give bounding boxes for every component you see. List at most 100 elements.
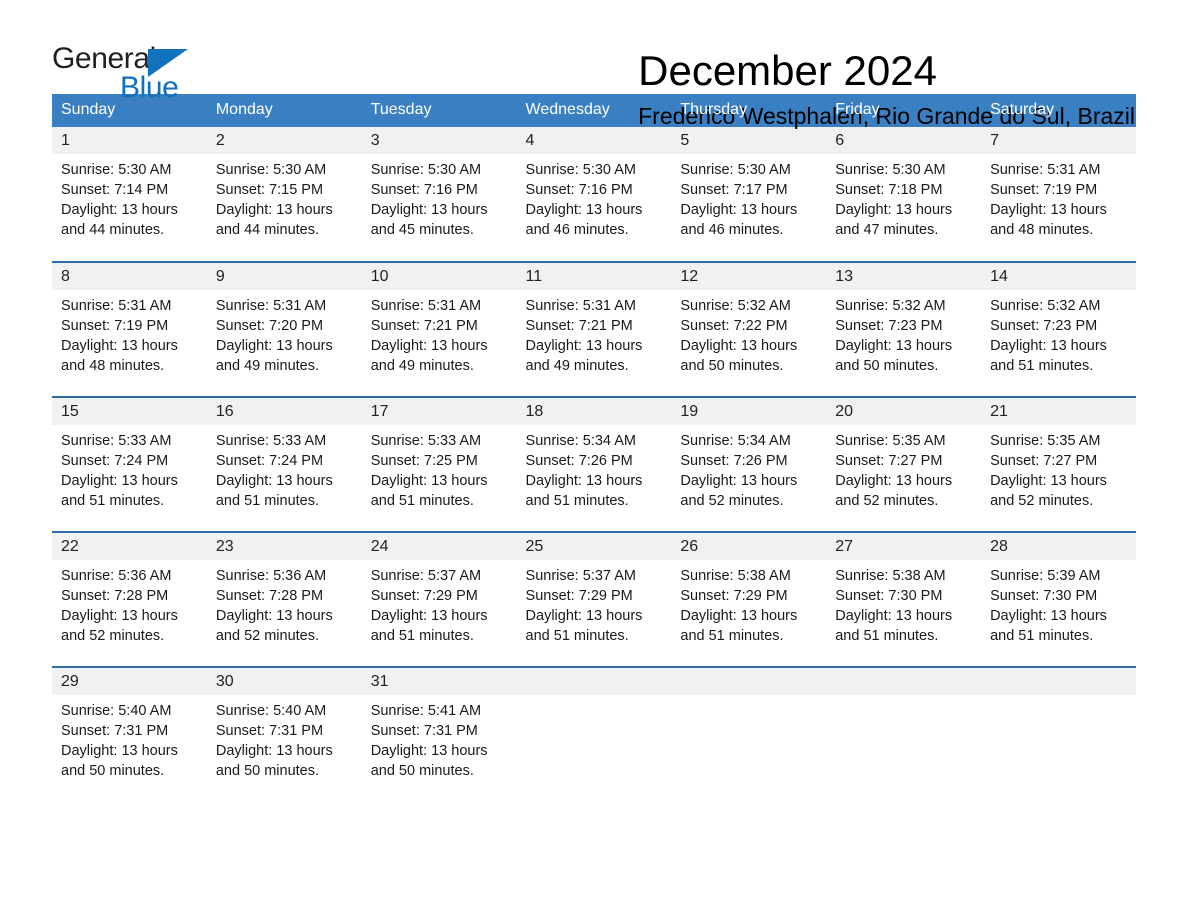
calendar-day-cell[interactable]: 21 Sunrise: 5:35 AM Sunset: 7:27 PM Dayligh… — [981, 396, 1136, 532]
calendar-day-cell[interactable]: 12 Sunrise: 5:32 AM Sunset: 7:22 PM Dayligh… — [671, 261, 827, 397]
calendar-day-cell[interactable]: 23 Sunrise: 5:36 AM Sunset: 7:28 PM Dayligh… — [206, 531, 362, 667]
day-details: Sunrise: 5:34 AM Sunset: 7:26 PM Daylight:… — [671, 425, 826, 511]
daylight-text-line2: and 51 minutes. — [680, 628, 784, 644]
daylight-text-line1: Daylight: 13 hours — [215, 743, 333, 759]
sunrise-text: Sunrise: 5:41 AM — [370, 703, 482, 719]
daylight-text-line2: and 51 minutes. — [525, 628, 629, 644]
daylight-text-line1: Daylight: 13 hours — [680, 338, 798, 354]
calendar-day-cell[interactable]: 13 Sunrise: 5:32 AM Sunset: 7:23 PM Dayligh… — [826, 261, 982, 397]
calendar-day-cell[interactable]: 14 Sunrise: 5:32 AM Sunset: 7:23 PM Dayligh… — [981, 261, 1136, 397]
calendar-day-cell[interactable]: 15 Sunrise: 5:33 AM Sunset: 7:24 PM Dayligh… — [52, 396, 207, 532]
day-number: 27 — [826, 533, 982, 560]
day-number: 28 — [981, 533, 1136, 560]
day-number: 8 — [52, 263, 207, 290]
day-number: 14 — [981, 263, 1136, 290]
day-number: 20 — [826, 398, 982, 425]
daylight-text-line2: and 46 minutes. — [680, 222, 784, 238]
calendar-day-cell[interactable]: 10 Sunrise: 5:31 AM Sunset: 7:21 PM Dayligh… — [361, 261, 517, 397]
sunrise-text: Sunrise: 5:39 AM — [990, 568, 1101, 584]
day-number: 15 — [52, 398, 207, 425]
calendar-day-cell[interactable]: 18 Sunrise: 5:34 AM Sunset: 7:26 PM Dayligh… — [516, 396, 672, 532]
day-number: 19 — [671, 398, 827, 425]
sunrise-text: Sunrise: 5:35 AM — [835, 433, 946, 449]
calendar-day-cell-empty — [981, 666, 1136, 802]
day-number: 11 — [516, 263, 672, 290]
logo-text-general: General — [52, 42, 156, 75]
day-number — [981, 668, 1136, 695]
day-details: Sunrise: 5:33 AM Sunset: 7:24 PM Daylight:… — [207, 425, 362, 511]
calendar-day-cell[interactable]: 31 Sunrise: 5:41 AM Sunset: 7:31 PM Dayligh… — [361, 666, 517, 802]
day-number: 29 — [52, 668, 207, 695]
daylight-text-line1: Daylight: 13 hours — [215, 202, 333, 218]
daylight-text-line1: Daylight: 13 hours — [680, 473, 798, 489]
daylight-text-line2: and 51 minutes. — [525, 493, 629, 509]
day-details: Sunrise: 5:40 AM Sunset: 7:31 PM Daylight:… — [52, 695, 207, 781]
calendar-day-cell[interactable]: 20 Sunrise: 5:35 AM Sunset: 7:27 PM Dayligh… — [826, 396, 982, 532]
calendar-week-row: 22 Sunrise: 5:36 AM Sunset: 7:28 PM Dayligh… — [52, 531, 1136, 667]
calendar-day-cell[interactable]: 27 Sunrise: 5:38 AM Sunset: 7:30 PM Dayligh… — [826, 531, 982, 667]
calendar-day-cell[interactable]: 17 Sunrise: 5:33 AM Sunset: 7:25 PM Dayligh… — [361, 396, 517, 532]
calendar-day-cell[interactable]: 6 Sunrise: 5:30 AM Sunset: 7:18 PM Daylight… — [826, 127, 982, 262]
calendar-day-cell[interactable]: 25 Sunrise: 5:37 AM Sunset: 7:29 PM Dayligh… — [516, 531, 672, 667]
calendar-week-row: 15 Sunrise: 5:33 AM Sunset: 7:24 PM Dayligh… — [52, 396, 1136, 532]
daylight-text-line2: and 50 minutes. — [835, 358, 939, 374]
calendar-day-cell[interactable]: 5 Sunrise: 5:30 AM Sunset: 7:17 PM Daylight… — [671, 127, 827, 262]
calendar-day-cell[interactable]: 22 Sunrise: 5:36 AM Sunset: 7:28 PM Dayligh… — [52, 531, 207, 667]
daylight-text-line1: Daylight: 13 hours — [990, 608, 1107, 624]
sunset-text: Sunset: 7:21 PM — [525, 318, 633, 334]
calendar-day-cell[interactable]: 9 Sunrise: 5:31 AM Sunset: 7:20 PM Daylight… — [206, 261, 362, 397]
calendar-day-cell[interactable]: 28 Sunrise: 5:39 AM Sunset: 7:30 PM Dayligh… — [981, 531, 1136, 667]
day-details: Sunrise: 5:30 AM Sunset: 7:16 PM Daylight:… — [517, 154, 672, 240]
sunset-text: Sunset: 7:17 PM — [680, 182, 788, 198]
sunrise-text: Sunrise: 5:32 AM — [680, 298, 791, 314]
calendar-day-cell[interactable]: 2 Sunrise: 5:30 AM Sunset: 7:15 PM Daylight… — [206, 127, 362, 262]
daylight-text-line1: Daylight: 13 hours — [525, 473, 643, 489]
calendar-day-cell[interactable]: 26 Sunrise: 5:38 AM Sunset: 7:29 PM Dayligh… — [671, 531, 827, 667]
calendar-day-cell[interactable]: 7 Sunrise: 5:31 AM Sunset: 7:19 PM Daylight… — [981, 127, 1136, 262]
weekday-header-tuesday: Tuesday — [361, 94, 517, 127]
sunset-text: Sunset: 7:23 PM — [835, 318, 943, 334]
sunrise-text: Sunrise: 5:33 AM — [61, 433, 172, 449]
calendar-day-cell-empty — [671, 666, 827, 802]
daylight-text-line2: and 46 minutes. — [525, 222, 629, 238]
daylight-text-line1: Daylight: 13 hours — [525, 608, 643, 624]
day-details: Sunrise: 5:30 AM Sunset: 7:15 PM Daylight:… — [207, 154, 362, 240]
daylight-text-line1: Daylight: 13 hours — [370, 608, 488, 624]
day-details: Sunrise: 5:38 AM Sunset: 7:29 PM Daylight:… — [671, 560, 826, 646]
day-details: Sunrise: 5:41 AM Sunset: 7:31 PM Daylight:… — [362, 695, 517, 781]
sunrise-text: Sunrise: 5:33 AM — [370, 433, 482, 449]
day-details: Sunrise: 5:30 AM Sunset: 7:14 PM Daylight:… — [52, 154, 207, 240]
daylight-text-line2: and 52 minutes. — [990, 493, 1094, 509]
calendar-day-cell[interactable]: 8 Sunrise: 5:31 AM Sunset: 7:19 PM Daylight… — [52, 261, 207, 397]
daylight-text-line1: Daylight: 13 hours — [990, 202, 1107, 218]
sunrise-text: Sunrise: 5:30 AM — [525, 162, 636, 178]
daylight-text-line2: and 48 minutes. — [990, 222, 1094, 238]
day-number: 30 — [206, 668, 362, 695]
daylight-text-line1: Daylight: 13 hours — [61, 473, 178, 489]
day-number: 1 — [52, 127, 207, 154]
day-details: Sunrise: 5:31 AM Sunset: 7:21 PM Daylight:… — [517, 290, 672, 376]
sunrise-text: Sunrise: 5:35 AM — [990, 433, 1101, 449]
daylight-text-line1: Daylight: 13 hours — [215, 608, 333, 624]
daylight-text-line2: and 50 minutes. — [215, 763, 320, 779]
calendar-week-row: 29 Sunrise: 5:40 AM Sunset: 7:31 PM Dayligh… — [52, 666, 1136, 802]
calendar-day-cell[interactable]: 24 Sunrise: 5:37 AM Sunset: 7:29 PM Dayligh… — [361, 531, 517, 667]
general-blue-logo: General Blue — [52, 44, 202, 106]
day-details: Sunrise: 5:32 AM Sunset: 7:23 PM Daylight:… — [826, 290, 981, 376]
sunrise-text: Sunrise: 5:33 AM — [215, 433, 327, 449]
calendar-page: General Blue December 2024 Frederico Wes… — [0, 0, 1188, 918]
calendar-day-cell[interactable]: 30 Sunrise: 5:40 AM Sunset: 7:31 PM Dayligh… — [206, 666, 362, 802]
calendar-day-cell[interactable]: 11 Sunrise: 5:31 AM Sunset: 7:21 PM Dayligh… — [516, 261, 672, 397]
calendar-day-cell[interactable]: 4 Sunrise: 5:30 AM Sunset: 7:16 PM Daylight… — [516, 127, 672, 262]
calendar-day-cell[interactable]: 16 Sunrise: 5:33 AM Sunset: 7:24 PM Dayligh… — [206, 396, 362, 532]
daylight-text-line2: and 52 minutes. — [835, 493, 939, 509]
sunset-text: Sunset: 7:26 PM — [680, 453, 788, 469]
calendar-day-cell[interactable]: 29 Sunrise: 5:40 AM Sunset: 7:31 PM Dayligh… — [52, 666, 207, 802]
calendar-day-cell[interactable]: 19 Sunrise: 5:34 AM Sunset: 7:26 PM Dayligh… — [671, 396, 827, 532]
day-number: 10 — [361, 263, 517, 290]
calendar-day-cell[interactable]: 3 Sunrise: 5:30 AM Sunset: 7:16 PM Daylight… — [361, 127, 517, 262]
calendar-day-cell[interactable]: 1 Sunrise: 5:30 AM Sunset: 7:14 PM Daylight… — [52, 127, 207, 262]
daylight-text-line1: Daylight: 13 hours — [835, 338, 953, 354]
sunset-text: Sunset: 7:18 PM — [835, 182, 943, 198]
sunrise-text: Sunrise: 5:34 AM — [525, 433, 636, 449]
